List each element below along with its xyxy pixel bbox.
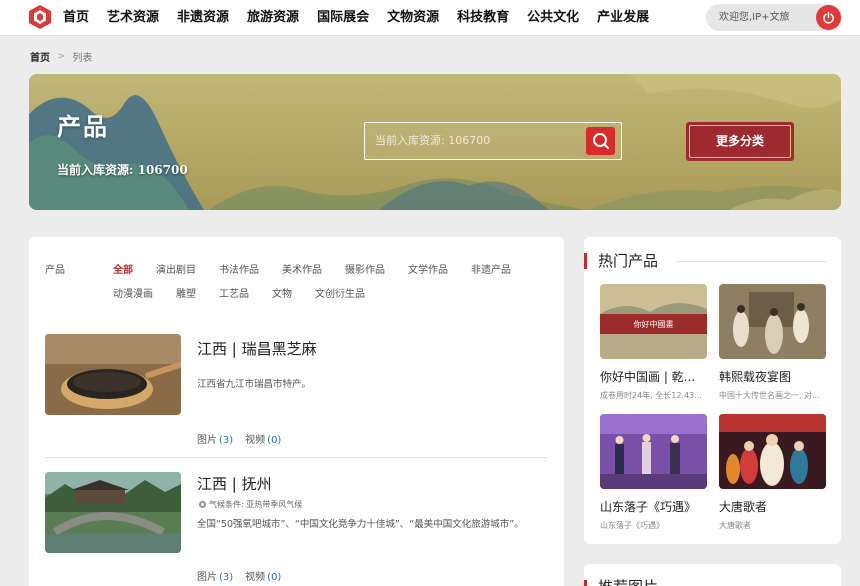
hot-item-subtitle: 成卷用时24年, 全长12.43... bbox=[600, 391, 702, 400]
hot-products-card: 热门产品 你好中國畫 你好中国画 | 乾... 成卷用时24年, 全长12.43… bbox=[584, 237, 841, 544]
filter-anime[interactable]: 动漫漫画 bbox=[113, 285, 153, 300]
filter-row-2: 动漫漫画 雕塑 工艺品 文物 文创衍生品 bbox=[113, 285, 388, 300]
more-categories-label: 更多分类 bbox=[715, 134, 764, 148]
filter-relics[interactable]: 文物 bbox=[272, 285, 292, 300]
section-marker bbox=[584, 580, 587, 586]
videos-link[interactable]: 视频 (0) bbox=[245, 568, 281, 583]
breadcrumb-separator-icon: > bbox=[57, 51, 66, 62]
nav-item-industry[interactable]: 产业发展 bbox=[597, 0, 649, 36]
power-icon bbox=[823, 11, 834, 24]
recommend-title: 推荐图片 bbox=[598, 576, 658, 586]
hot-item-name[interactable]: 山东落子《巧遇》 bbox=[600, 498, 707, 515]
filter-all[interactable]: 全部 bbox=[113, 261, 133, 276]
item-title[interactable]: 江西 | 抚州 bbox=[197, 473, 272, 494]
hot-item[interactable]: 韩熙载夜宴图 中国十大传世名画之一, 对... bbox=[719, 284, 826, 408]
hot-item[interactable]: 你好中國畫 你好中国画 | 乾... 成卷用时24年, 全长12.43... bbox=[600, 284, 707, 408]
filter-crafts[interactable]: 工艺品 bbox=[219, 285, 249, 300]
filter-literature[interactable]: 文学作品 bbox=[408, 261, 448, 276]
filter-photography[interactable]: 摄影作品 bbox=[345, 261, 385, 276]
hot-item[interactable]: 山东落子《巧遇》 山东落子《巧遇》 bbox=[600, 414, 707, 538]
nav-item-relics[interactable]: 文物资源 bbox=[387, 0, 439, 36]
hot-products-title: 热门产品 bbox=[598, 252, 659, 270]
nav-item-tourism[interactable]: 旅游资源 bbox=[247, 0, 299, 36]
item-meta: 图片 (3) 视频 (0) bbox=[197, 431, 293, 446]
hot-item-image[interactable] bbox=[719, 414, 826, 489]
item-description: 全国“50强氧吧城市”、“中国文化竞争力十佳城”、“最美中国文化旅游城市”。 bbox=[197, 519, 524, 530]
nav-item-heritage[interactable]: 非遗资源 bbox=[177, 0, 229, 36]
nav-item-culture[interactable]: 公共文化 bbox=[527, 0, 579, 36]
search-button[interactable] bbox=[586, 127, 615, 155]
svg-text:你好中國畫: 你好中國畫 bbox=[634, 319, 674, 329]
hero-banner: 产品 当前入库资源: 106700 更多分类 bbox=[29, 74, 841, 210]
hot-item-image[interactable] bbox=[719, 284, 826, 359]
item-climate: 气候条件: 亚热带季风气候 bbox=[198, 499, 302, 510]
main-nav: 首页 艺术资源 非遗资源 旅游资源 国际展会 文物资源 科技教育 公共文化 产业… bbox=[63, 0, 667, 36]
filter-derivatives[interactable]: 文创衍生品 bbox=[315, 285, 365, 300]
section-marker bbox=[584, 253, 587, 269]
hot-item-name[interactable]: 你好中国画 | 乾... bbox=[600, 368, 707, 385]
filter-sculpture[interactable]: 雕塑 bbox=[176, 285, 196, 300]
filter-heritage-products[interactable]: 非遗产品 bbox=[471, 261, 511, 276]
nav-item-art[interactable]: 艺术资源 bbox=[107, 0, 159, 36]
logout-button[interactable] bbox=[816, 5, 841, 30]
product-list-card: 产品 全部 演出剧目 书法作品 美术作品 摄影作品 文学作品 非遗产品 动漫漫画… bbox=[29, 237, 564, 586]
item-meta: 图片 (3) 视频 (0) bbox=[197, 568, 293, 583]
breadcrumb: 首页 > 列表 bbox=[30, 49, 92, 64]
welcome-text: 欢迎您,IP+文旅 bbox=[719, 12, 790, 23]
list-divider bbox=[45, 457, 548, 458]
photos-link[interactable]: 图片 (3) bbox=[197, 431, 233, 446]
site-logo[interactable] bbox=[27, 4, 53, 30]
banner-resource-count: 当前入库资源: 106700 bbox=[57, 163, 188, 177]
recommend-card: 推荐图片 bbox=[584, 564, 841, 586]
item-thumbnail-sesame[interactable] bbox=[45, 334, 181, 415]
nav-item-education[interactable]: 科技教育 bbox=[457, 0, 509, 36]
hot-item[interactable]: 大唐歌者 大唐歌者 bbox=[719, 414, 826, 538]
hot-item-name[interactable]: 韩熙载夜宴图 bbox=[719, 368, 826, 385]
list-item[interactable]: 江西 | 瑞昌黑芝麻 江西省九江市瑞昌市特产。 图片 (3) 视频 (0) bbox=[45, 334, 548, 449]
nav-item-home[interactable]: 首页 bbox=[63, 0, 89, 36]
hot-item-subtitle: 中国十大传世名画之一, 对... bbox=[719, 391, 820, 400]
item-thumbnail-fuzhou[interactable] bbox=[45, 472, 181, 553]
list-item[interactable]: 江西 | 抚州 气候条件: 亚热带季风气候 全国“50强氧吧城市”、“中国文化竞… bbox=[45, 472, 548, 586]
hot-item-image[interactable]: 你好中國畫 bbox=[600, 284, 707, 359]
nav-item-expo[interactable]: 国际展会 bbox=[317, 0, 369, 36]
filter-calligraphy[interactable]: 书法作品 bbox=[219, 261, 259, 276]
videos-link[interactable]: 视频 (0) bbox=[245, 431, 281, 446]
search-box bbox=[364, 122, 622, 160]
breadcrumb-current: 列表 bbox=[72, 53, 93, 64]
search-icon bbox=[592, 133, 609, 149]
search-input[interactable] bbox=[375, 123, 575, 158]
gear-icon bbox=[198, 500, 207, 509]
section-divider bbox=[676, 261, 826, 262]
hot-item-name[interactable]: 大唐歌者 bbox=[719, 498, 826, 515]
filter-performance[interactable]: 演出剧目 bbox=[156, 261, 196, 276]
filter-row-1: 全部 演出剧目 书法作品 美术作品 摄影作品 文学作品 非遗产品 bbox=[113, 261, 534, 276]
hot-item-subtitle: 大唐歌者 bbox=[719, 521, 751, 530]
hot-item-subtitle: 山东落子《巧遇》 bbox=[600, 521, 664, 530]
top-navbar: 首页 艺术资源 非遗资源 旅游资源 国际展会 文物资源 科技教育 公共文化 产业… bbox=[0, 0, 860, 36]
item-description: 江西省九江市瑞昌市特产。 bbox=[197, 379, 312, 390]
filter-fine-art[interactable]: 美术作品 bbox=[282, 261, 322, 276]
banner-title: 产品 bbox=[57, 112, 109, 141]
hot-item-image[interactable] bbox=[600, 414, 707, 489]
filter-label: 产品 bbox=[45, 265, 65, 276]
more-categories-button[interactable]: 更多分类 bbox=[686, 122, 794, 161]
item-title[interactable]: 江西 | 瑞昌黑芝麻 bbox=[197, 338, 317, 359]
photos-link[interactable]: 图片 (3) bbox=[197, 568, 233, 583]
breadcrumb-home[interactable]: 首页 bbox=[30, 49, 50, 64]
